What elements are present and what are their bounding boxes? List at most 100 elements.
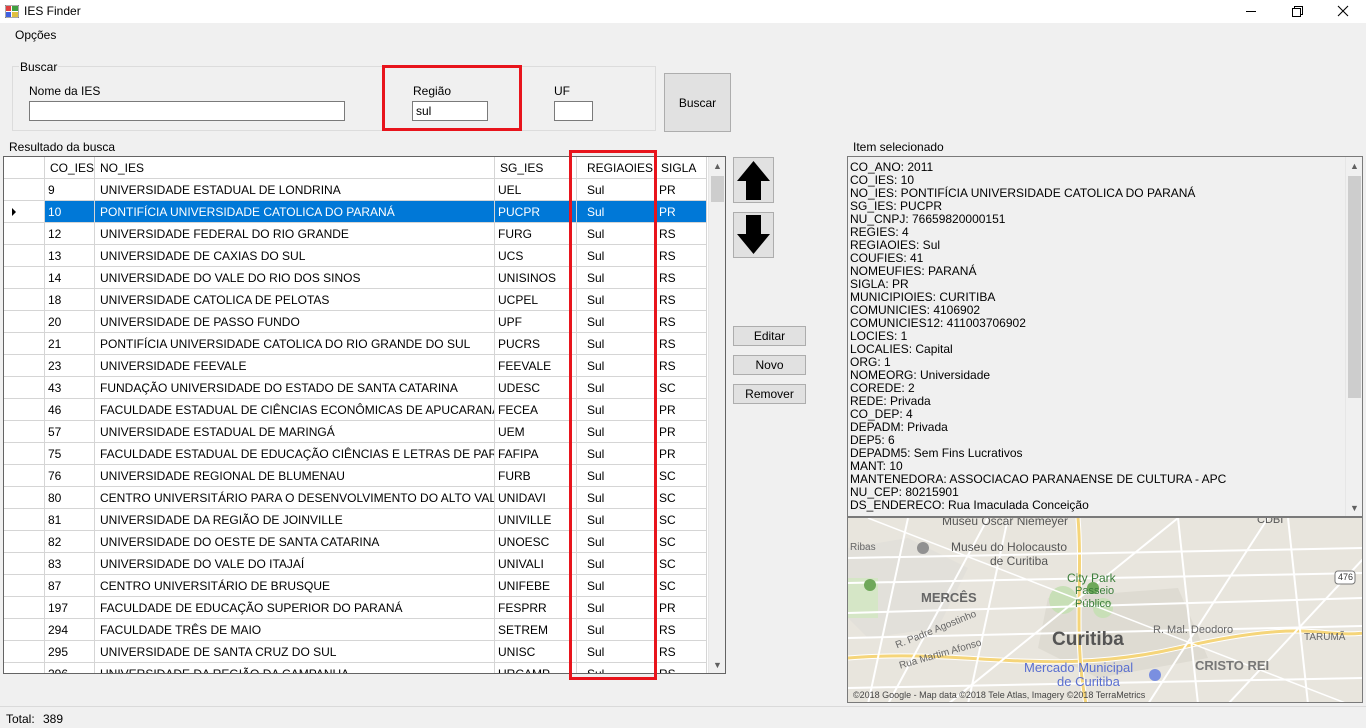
grid-cell-co-ies[interactable]: 87 [45,575,95,597]
grid-cell-no-ies[interactable]: FACULDADE ESTADUAL DE CIÊNCIAS ECONÔMICA… [95,399,495,421]
grid-cell-sg-ies[interactable]: UCS [495,245,577,267]
row-selector[interactable] [4,179,45,201]
grid-cell-sigla[interactable]: SC [656,531,707,553]
grid-cell-co-ies[interactable]: 14 [45,267,95,289]
grid-cell-sigla[interactable]: PR [656,421,707,443]
grid-cell-co-ies[interactable]: 18 [45,289,95,311]
grid-cell-co-ies[interactable]: 57 [45,421,95,443]
row-selector[interactable] [4,267,45,289]
grid-cell-no-ies[interactable]: FUNDAÇÃO UNIVERSIDADE DO ESTADO DE SANTA… [95,377,495,399]
grid-cell-sigla[interactable]: RS [656,355,707,377]
row-selector[interactable] [4,597,45,619]
row-selector[interactable] [4,311,45,333]
info-vertical-scrollbar[interactable]: ▲ ▼ [1345,157,1362,516]
grid-cell-sg-ies[interactable]: FURG [495,223,577,245]
grid-header-no-ies[interactable]: NO_IES [95,157,495,179]
grid-vertical-scrollbar[interactable]: ▲ ▼ [708,157,725,673]
grid-cell-sigla[interactable]: RS [656,333,707,355]
grid-cell-no-ies[interactable]: PONTIFÍCIA UNIVERSIDADE CATOLICA DO RIO … [95,333,495,355]
grid-cell-no-ies[interactable]: UNIVERSIDADE ESTADUAL DE LONDRINA [95,179,495,201]
grid-cell-co-ies[interactable]: 12 [45,223,95,245]
grid-cell-sg-ies[interactable]: UPF [495,311,577,333]
grid-cell-co-ies[interactable]: 295 [45,641,95,663]
move-down-button[interactable] [733,212,774,258]
grid-cell-no-ies[interactable]: FACULDADE DE EDUCAÇÃO SUPERIOR DO PARANÁ [95,597,495,619]
row-selector[interactable] [4,333,45,355]
grid-cell-no-ies[interactable]: UNIVERSIDADE REGIONAL DE BLUMENAU [95,465,495,487]
grid-cell-no-ies[interactable]: FACULDADE ESTADUAL DE EDUCAÇÃO CIÊNCIAS … [95,443,495,465]
scroll-thumb[interactable] [711,176,724,202]
row-selector[interactable] [4,531,45,553]
grid-cell-no-ies[interactable]: UNIVERSIDADE DA REGIÃO DE JOINVILLE [95,509,495,531]
grid-cell-sigla[interactable]: SC [656,465,707,487]
grid-cell-sg-ies[interactable]: URCAMP [495,663,577,673]
grid-cell-co-ies[interactable]: 75 [45,443,95,465]
grid-cell-co-ies[interactable]: 83 [45,553,95,575]
grid-cell-no-ies[interactable]: UNIVERSIDADE DE SANTA CRUZ DO SUL [95,641,495,663]
grid-cell-sigla[interactable]: PR [656,443,707,465]
grid-cell-sigla[interactable]: RS [656,267,707,289]
close-button[interactable] [1320,0,1366,23]
grid-cell-no-ies[interactable]: UNIVERSIDADE CATOLICA DE PELOTAS [95,289,495,311]
grid-cell-co-ies[interactable]: 10 [45,201,95,223]
grid-cell-sg-ies[interactable]: UNISINOS [495,267,577,289]
grid-cell-sigla[interactable]: SC [656,377,707,399]
grid-cell-no-ies[interactable]: UNIVERSIDADE FEDERAL DO RIO GRANDE [95,223,495,245]
grid-cell-no-ies[interactable]: UNIVERSIDADE FEEVALE [95,355,495,377]
row-selector[interactable] [4,509,45,531]
grid-cell-sg-ies[interactable]: UNIVILLE [495,509,577,531]
grid-cell-sg-ies[interactable]: UNISC [495,641,577,663]
grid-cell-co-ies[interactable]: 76 [45,465,95,487]
row-selector[interactable] [4,377,45,399]
row-selector[interactable] [4,201,45,223]
grid-cell-sg-ies[interactable]: FAFIPA [495,443,577,465]
scroll-down-icon[interactable]: ▼ [709,656,725,673]
grid-cell-co-ies[interactable]: 20 [45,311,95,333]
grid-cell-co-ies[interactable]: 43 [45,377,95,399]
novo-button[interactable]: Novo [733,355,806,375]
grid-cell-sigla[interactable]: SC [656,575,707,597]
grid-cell-sg-ies[interactable]: UCPEL [495,289,577,311]
grid-cell-co-ies[interactable]: 81 [45,509,95,531]
grid-cell-sg-ies[interactable]: FECEA [495,399,577,421]
nome-ies-input[interactable] [29,101,345,121]
grid-header-sg-ies[interactable]: SG_IES [495,157,577,179]
row-selector[interactable] [4,223,45,245]
grid-header-co-ies[interactable]: CO_IES [45,157,95,179]
minimize-button[interactable] [1228,0,1274,23]
grid-cell-sigla[interactable]: RS [656,223,707,245]
grid-cell-co-ies[interactable]: 80 [45,487,95,509]
grid-cell-sigla[interactable]: PR [656,399,707,421]
grid-cell-co-ies[interactable]: 23 [45,355,95,377]
grid-cell-no-ies[interactable]: PONTIFÍCIA UNIVERSIDADE CATOLICA DO PARA… [95,201,495,223]
grid-cell-sigla[interactable]: PR [656,179,707,201]
grid-cell-sg-ies[interactable]: UNIDAVI [495,487,577,509]
info-scroll-thumb[interactable] [1348,176,1361,398]
grid-cell-sigla[interactable]: PR [656,597,707,619]
row-selector[interactable] [4,487,45,509]
grid-cell-co-ies[interactable]: 21 [45,333,95,355]
grid-cell-co-ies[interactable]: 296 [45,663,95,673]
grid-cell-co-ies[interactable]: 82 [45,531,95,553]
grid-cell-no-ies[interactable]: UNIVERSIDADE ESTADUAL DE MARINGÁ [95,421,495,443]
grid-cell-sigla[interactable]: RS [656,311,707,333]
grid-cell-sg-ies[interactable]: FEEVALE [495,355,577,377]
row-selector[interactable] [4,421,45,443]
grid-cell-no-ies[interactable]: UNIVERSIDADE DO VALE DO ITAJAÍ [95,553,495,575]
grid-cell-no-ies[interactable]: FACULDADE TRÊS DE MAIO [95,619,495,641]
move-up-button[interactable] [733,157,774,203]
grid-cell-co-ies[interactable]: 197 [45,597,95,619]
grid-cell-no-ies[interactable]: UNIVERSIDADE DA REGIÃO DA CAMPANHA [95,663,495,673]
buscar-button[interactable]: Buscar [664,73,731,132]
grid-cell-sigla[interactable]: PR [656,201,707,223]
grid-cell-sigla[interactable]: SC [656,487,707,509]
grid-cell-sg-ies[interactable]: FURB [495,465,577,487]
row-selector[interactable] [4,289,45,311]
row-selector[interactable] [4,619,45,641]
grid-cell-sigla[interactable]: RS [656,641,707,663]
grid-header-sigla[interactable]: SIGLA [656,157,707,179]
remover-button[interactable]: Remover [733,384,806,404]
grid-cell-sg-ies[interactable]: UNIVALI [495,553,577,575]
grid-cell-sigla[interactable]: RS [656,663,707,673]
grid-cell-sigla[interactable]: RS [656,289,707,311]
